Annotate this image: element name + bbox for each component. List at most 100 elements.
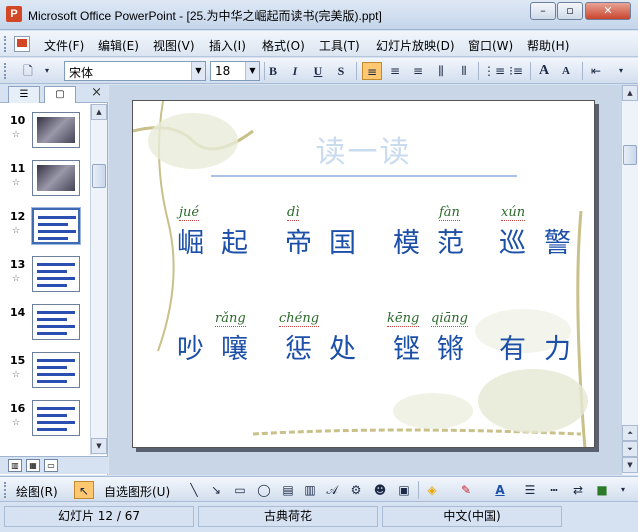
- slide-thumbnail[interactable]: 14: [0, 304, 90, 350]
- font-name-select[interactable]: 宋体 ▼: [64, 61, 206, 81]
- thumbnail-image[interactable]: [32, 160, 80, 196]
- document-icon[interactable]: [14, 36, 30, 52]
- chevron-down-icon[interactable]: ▼: [245, 62, 259, 80]
- pinyin-annotation[interactable]: jué: [179, 205, 200, 221]
- grow-font-button[interactable]: A: [534, 62, 554, 80]
- fill-color-button[interactable]: ◈: [422, 481, 442, 499]
- shadow-style-button[interactable]: ■: [592, 481, 612, 499]
- underline-button[interactable]: U: [308, 62, 328, 80]
- powerpoint-app-icon[interactable]: P: [6, 6, 22, 22]
- bullets-button[interactable]: ⁝≡: [506, 62, 526, 80]
- editor-scrollbar[interactable]: ▲ ⏶ ⏷ ▼: [621, 85, 638, 475]
- vocab-character[interactable]: 范: [437, 221, 464, 260]
- menu-grip-handle[interactable]: [4, 36, 7, 52]
- italic-button[interactable]: I: [285, 62, 305, 80]
- pinyin-annotation[interactable]: rǎng: [215, 311, 246, 327]
- slide-thumbnail[interactable]: 12 ☆: [0, 207, 90, 254]
- textbox-tool-button[interactable]: ▤: [278, 481, 298, 499]
- font-color-button[interactable]: A: [490, 481, 510, 499]
- scroll-up-arrow[interactable]: ▲: [622, 85, 638, 101]
- scroll-down-arrow[interactable]: ▼: [91, 438, 107, 454]
- menu-insert[interactable]: 插入(I): [209, 37, 246, 54]
- slide-thumbnail[interactable]: 16 ☆: [0, 400, 90, 446]
- line-tool-button[interactable]: ╲: [184, 481, 204, 499]
- normal-view-button[interactable]: ▥: [8, 459, 22, 472]
- toolbar-overflow-button[interactable]: ▾: [614, 62, 628, 80]
- toolbar-grip-handle[interactable]: [4, 63, 7, 79]
- pinyin-annotation[interactable]: fàn: [439, 205, 460, 221]
- menu-help[interactable]: 帮助(H): [527, 37, 569, 54]
- scroll-down-arrow[interactable]: ▼: [622, 457, 638, 473]
- scroll-up-arrow[interactable]: ▲: [91, 104, 107, 120]
- menu-window[interactable]: 窗口(W): [468, 37, 513, 54]
- vocab-character[interactable]: 处: [329, 327, 356, 366]
- vocab-character[interactable]: 嚷: [221, 327, 248, 366]
- toolbar-options-button[interactable]: ▾: [40, 62, 54, 80]
- pane-close-button[interactable]: ×: [91, 85, 102, 100]
- vocab-character[interactable]: 国: [329, 221, 356, 260]
- thumbnails-scrollbar[interactable]: ▲ ▼: [90, 104, 107, 455]
- vocab-character[interactable]: 锵: [437, 327, 464, 366]
- vocab-character[interactable]: 有: [499, 327, 526, 366]
- menu-edit[interactable]: 编辑(E): [98, 37, 139, 54]
- vocab-character[interactable]: 巡: [499, 221, 526, 260]
- arrow-style-button[interactable]: ⇄: [568, 481, 588, 499]
- toolbar-overflow-button[interactable]: ▾: [616, 481, 630, 499]
- vocab-character[interactable]: 崛: [177, 221, 204, 260]
- font-size-select[interactable]: 18 ▼: [210, 61, 260, 81]
- status-design-name[interactable]: 古典荷花: [198, 506, 378, 527]
- chevron-down-icon[interactable]: ▼: [191, 62, 205, 80]
- slide-sorter-view-button[interactable]: ▦: [26, 459, 40, 472]
- vocab-character[interactable]: 力: [544, 327, 571, 366]
- clipart-button[interactable]: ☻: [370, 481, 390, 499]
- thumbnail-image[interactable]: [32, 112, 80, 148]
- vocab-character[interactable]: 模: [393, 221, 420, 260]
- numbering-button[interactable]: ⋮≡: [483, 62, 505, 80]
- line-color-button[interactable]: ✎: [456, 481, 476, 499]
- shadow-button[interactable]: S: [331, 62, 351, 80]
- vocab-character[interactable]: 警: [544, 221, 571, 260]
- pinyin-annotation[interactable]: kēng: [387, 311, 420, 327]
- slide-thumbnail[interactable]: 13 ☆: [0, 256, 90, 302]
- autoshapes-menu[interactable]: 自选图形(U): [104, 483, 170, 500]
- maximize-button[interactable]: ▫: [557, 2, 583, 20]
- vocab-character[interactable]: 帝: [285, 221, 312, 260]
- pinyin-annotation[interactable]: chéng: [279, 311, 320, 327]
- status-language[interactable]: 中文(中国): [382, 506, 562, 527]
- diagram-button[interactable]: ⚙: [346, 481, 366, 499]
- dash-style-button[interactable]: ┅: [544, 481, 564, 499]
- menu-view[interactable]: 视图(V): [153, 37, 195, 54]
- pinyin-annotation[interactable]: qiāng: [431, 311, 468, 327]
- bold-button[interactable]: B: [263, 62, 283, 80]
- vocab-character[interactable]: 铿: [393, 327, 420, 366]
- align-right-button[interactable]: ≡: [408, 62, 428, 80]
- tab-outline[interactable]: ☰: [8, 86, 40, 103]
- insert-picture-button[interactable]: ▣: [394, 481, 414, 499]
- shrink-font-button[interactable]: A: [556, 62, 576, 80]
- vertical-textbox-button[interactable]: ▥: [300, 481, 320, 499]
- decrease-indent-button[interactable]: ⇤: [586, 62, 606, 80]
- minimize-button[interactable]: –: [530, 2, 556, 20]
- menu-file[interactable]: 文件(F): [44, 37, 84, 54]
- vocab-character[interactable]: 惩: [285, 327, 312, 366]
- vocab-character[interactable]: 吵: [177, 327, 204, 366]
- menu-slideshow[interactable]: 幻灯片放映(D): [376, 37, 455, 54]
- line-style-button[interactable]: ☰: [520, 481, 540, 499]
- arrow-tool-button[interactable]: ↘: [206, 481, 226, 499]
- align-justify-button[interactable]: ⫼: [431, 62, 451, 80]
- menu-tools[interactable]: 工具(T): [319, 37, 360, 54]
- thumbnail-image[interactable]: [32, 400, 80, 436]
- distribute-button[interactable]: ⫴: [454, 62, 474, 80]
- thumbnail-image[interactable]: [31, 207, 81, 245]
- draw-menu[interactable]: 绘图(R): [16, 483, 58, 500]
- thumbnail-image[interactable]: [32, 256, 80, 292]
- thumbnail-image[interactable]: [32, 352, 80, 388]
- slideshow-view-button[interactable]: ▭: [44, 459, 58, 472]
- thumbnail-image[interactable]: [32, 304, 80, 340]
- slide-thumbnail[interactable]: 10 ☆: [0, 112, 90, 158]
- previous-slide-button[interactable]: ⏶: [622, 425, 638, 441]
- rectangle-tool-button[interactable]: ▭: [230, 481, 250, 499]
- scroll-thumb[interactable]: [623, 145, 637, 165]
- scroll-thumb[interactable]: [92, 164, 106, 188]
- vocab-character[interactable]: 起: [221, 221, 248, 260]
